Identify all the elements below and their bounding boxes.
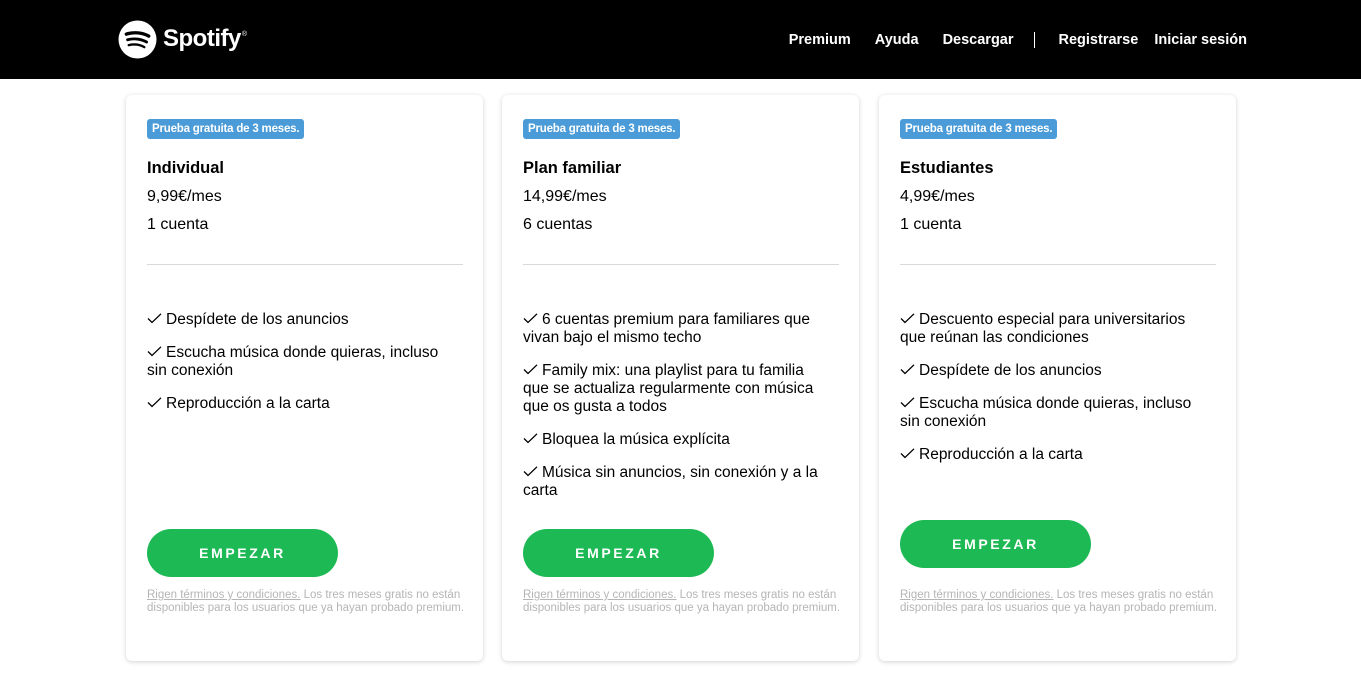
top-navbar: Spotify ® Premium Ayuda Descargar Regist… <box>0 0 1361 79</box>
feature-item: Despídete de los anuncios <box>147 311 447 329</box>
feature-item: Escucha música donde quieras, incluso si… <box>900 395 1200 431</box>
nav-divider <box>1033 31 1035 48</box>
feature-item: Family mix: una playlist para tu familia… <box>523 362 823 416</box>
plan-name: Individual <box>147 159 225 177</box>
feature-item: Despídete de los anuncios <box>900 362 1200 380</box>
feature-item: Escucha música donde quieras, incluso si… <box>147 344 447 380</box>
check-icon <box>147 313 162 324</box>
feature-text: Despídete de los anuncios <box>919 362 1102 379</box>
register-link[interactable]: Registrarse <box>1059 32 1139 48</box>
card-divider <box>147 264 463 265</box>
check-icon <box>523 364 538 375</box>
empezar-button[interactable]: EMPEZAR <box>147 529 338 577</box>
nav-link-ayuda[interactable]: Ayuda <box>875 32 919 48</box>
feature-text: 6 cuentas premium para familiares que vi… <box>523 311 810 346</box>
plan-card-individual: Prueba gratuita de 3 meses. Individual 9… <box>126 95 483 661</box>
check-icon <box>900 397 915 408</box>
registered-mark: ® <box>241 30 247 38</box>
empezar-button[interactable]: EMPEZAR <box>900 520 1091 568</box>
check-icon <box>900 313 915 324</box>
card-divider <box>523 264 839 265</box>
login-link[interactable]: Iniciar sesión <box>1154 32 1247 48</box>
feature-text: Family mix: una playlist para tu familia… <box>523 362 814 415</box>
plan-price: 14,99€/mes <box>523 188 607 205</box>
feature-item: 6 cuentas premium para familiares que vi… <box>523 311 823 347</box>
feature-text: Despídete de los anuncios <box>166 311 349 328</box>
nav-link-premium[interactable]: Premium <box>789 32 851 48</box>
terms-note: Rigen términos y condiciones. Los tres m… <box>523 589 843 615</box>
terms-link[interactable]: Rigen términos y condiciones. <box>147 589 300 601</box>
logo-text: Spotify <box>163 25 241 52</box>
spotify-icon <box>118 19 157 59</box>
nav-link-descargar[interactable]: Descargar <box>943 32 1014 48</box>
main-nav: Premium Ayuda Descargar Registrarse Inic… <box>789 0 1247 79</box>
feature-list: Descuento especial para universitarios q… <box>900 311 1200 479</box>
empezar-button[interactable]: EMPEZAR <box>523 529 714 577</box>
card-divider <box>900 264 1216 265</box>
feature-text: Escucha música donde quieras, incluso si… <box>900 395 1192 430</box>
check-icon <box>523 433 538 444</box>
feature-text: Escucha música donde quieras, incluso si… <box>147 344 439 379</box>
check-icon <box>147 397 162 408</box>
feature-item: Música sin anuncios, sin conexión y a la… <box>523 464 823 500</box>
feature-text: Música sin anuncios, sin conexión y a la… <box>523 464 818 499</box>
terms-link[interactable]: Rigen términos y condiciones. <box>900 589 1053 601</box>
trial-badge: Prueba gratuita de 3 meses. <box>900 119 1058 139</box>
feature-text: Bloquea la música explícita <box>542 431 730 448</box>
plan-card-estudiantes: Prueba gratuita de 3 meses. Estudiantes … <box>879 95 1236 661</box>
terms-note: Rigen términos y condiciones. Los tres m… <box>147 589 467 615</box>
feature-item: Bloquea la música explícita <box>523 431 823 449</box>
check-icon <box>900 364 915 375</box>
feature-text: Reproducción a la carta <box>166 395 330 412</box>
check-icon <box>523 313 538 324</box>
plan-accounts: 1 cuenta <box>147 216 209 233</box>
plan-name: Plan familiar <box>523 159 622 177</box>
spotify-logo[interactable]: Spotify ® <box>118 19 247 59</box>
plan-card-familiar: Prueba gratuita de 3 meses. Plan familia… <box>502 95 859 661</box>
trial-badge: Prueba gratuita de 3 meses. <box>523 119 681 139</box>
plan-accounts: 6 cuentas <box>523 216 593 233</box>
terms-link[interactable]: Rigen términos y condiciones. <box>523 589 676 601</box>
plan-price: 9,99€/mes <box>147 188 222 205</box>
trial-badge: Prueba gratuita de 3 meses. <box>147 119 305 139</box>
plan-accounts: 1 cuenta <box>900 216 962 233</box>
feature-item: Reproducción a la carta <box>900 446 1200 464</box>
feature-text: Descuento especial para universitarios q… <box>900 311 1186 346</box>
feature-item: Descuento especial para universitarios q… <box>900 311 1200 347</box>
plan-name: Estudiantes <box>900 159 994 177</box>
check-icon <box>523 466 538 477</box>
feature-list: 6 cuentas premium para familiares que vi… <box>523 311 823 515</box>
check-icon <box>147 346 162 357</box>
check-icon <box>900 448 915 459</box>
terms-note: Rigen términos y condiciones. Los tres m… <box>900 589 1220 615</box>
feature-text: Reproducción a la carta <box>919 446 1083 463</box>
plan-price: 4,99€/mes <box>900 188 975 205</box>
feature-item: Reproducción a la carta <box>147 395 447 413</box>
feature-list: Despídete de los anuncios Escucha música… <box>147 311 447 428</box>
